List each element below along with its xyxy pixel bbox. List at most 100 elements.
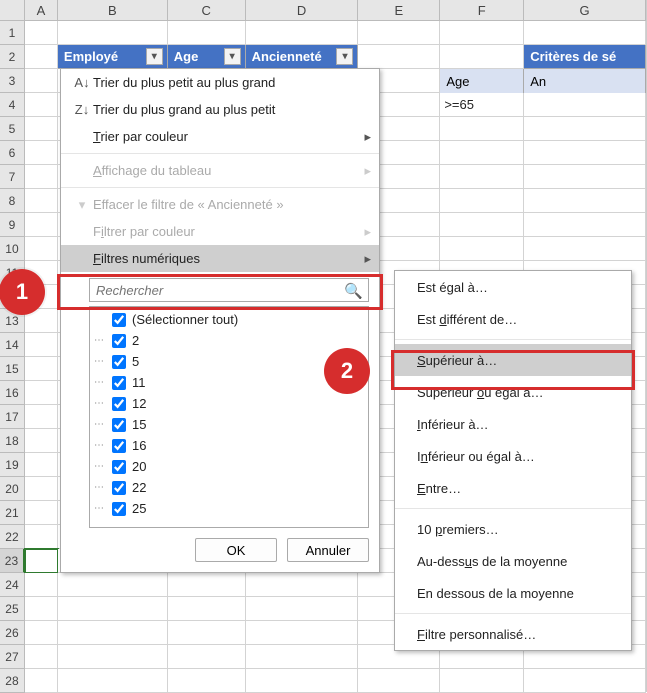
checkbox[interactable] <box>112 481 126 495</box>
cell-B27[interactable] <box>58 645 168 669</box>
row-header[interactable]: 9 <box>0 213 25 237</box>
row-header[interactable]: 27 <box>0 645 25 669</box>
checkbox[interactable] <box>112 376 126 390</box>
row-header[interactable]: 23 <box>0 549 25 573</box>
filter-top10[interactable]: 10 premiers… <box>395 513 631 545</box>
cell-C28[interactable] <box>168 669 246 693</box>
cell-A4[interactable] <box>25 93 58 117</box>
row-header[interactable]: 4 <box>0 93 25 117</box>
cell-A28[interactable] <box>25 669 58 693</box>
cell-C25[interactable] <box>168 597 246 621</box>
sort-descending[interactable]: Z↓ Trier du plus grand au plus petit <box>61 96 379 123</box>
row-header[interactable]: 28 <box>0 669 25 693</box>
cell-A16[interactable] <box>25 381 58 405</box>
cell-C27[interactable] <box>168 645 246 669</box>
cell-A1[interactable] <box>25 21 58 45</box>
checkbox[interactable] <box>112 355 126 369</box>
cell-D28[interactable] <box>246 669 359 693</box>
cell-A23[interactable] <box>25 549 58 573</box>
cell-A21[interactable] <box>25 501 58 525</box>
checkbox[interactable] <box>112 313 126 327</box>
cell-F3[interactable]: Age <box>440 69 524 93</box>
ok-button[interactable]: OK <box>195 538 277 562</box>
cell-C2[interactable]: Age▾ <box>168 45 246 69</box>
filter-below-average[interactable]: En dessous de la moyenne <box>395 577 631 609</box>
filter-less-than[interactable]: Inférieur à… <box>395 408 631 440</box>
filter-dropdown-button[interactable]: ▾ <box>146 48 163 65</box>
filter-not-equals[interactable]: Est différent de… <box>395 303 631 335</box>
row-header[interactable]: 20 <box>0 477 25 501</box>
row-header[interactable]: 25 <box>0 597 25 621</box>
cell-C1[interactable] <box>168 21 246 45</box>
row-header[interactable]: 22 <box>0 525 25 549</box>
cell-G1[interactable] <box>524 21 646 45</box>
cell-G2[interactable]: Critères de sé <box>524 45 646 69</box>
list-item-select-all[interactable]: (Sélectionner tout) <box>92 309 364 330</box>
list-item[interactable]: ⋯12 <box>92 393 364 414</box>
cell-G3[interactable]: An <box>524 69 646 93</box>
cell-A17[interactable] <box>25 405 58 429</box>
cell-A26[interactable] <box>25 621 58 645</box>
row-header[interactable]: 16 <box>0 381 25 405</box>
row-header[interactable]: 26 <box>0 621 25 645</box>
filter-between[interactable]: Entre… <box>395 472 631 504</box>
row-header[interactable]: 19 <box>0 453 25 477</box>
value-listbox[interactable]: (Sélectionner tout)⋯2⋯5⋯11⋯12⋯15⋯16⋯20⋯2… <box>89 306 369 528</box>
cell-F10[interactable] <box>440 237 524 261</box>
cell-F9[interactable] <box>440 213 524 237</box>
list-item[interactable]: ⋯25 <box>92 498 364 519</box>
column-header-g[interactable]: G <box>524 0 646 21</box>
checkbox[interactable] <box>112 418 126 432</box>
row-header[interactable]: 15 <box>0 357 25 381</box>
list-item[interactable]: ⋯22 <box>92 477 364 498</box>
filter-less-equal[interactable]: Inférieur ou égal à… <box>395 440 631 472</box>
cell-E1[interactable] <box>358 21 440 45</box>
cell-D25[interactable] <box>246 597 359 621</box>
filter-dropdown-button[interactable]: ▾ <box>224 48 241 65</box>
cell-G9[interactable] <box>524 213 646 237</box>
cell-A19[interactable] <box>25 453 58 477</box>
cell-G8[interactable] <box>524 189 646 213</box>
cell-A7[interactable] <box>25 165 58 189</box>
cell-B24[interactable] <box>58 573 168 597</box>
row-header[interactable]: 18 <box>0 429 25 453</box>
checkbox[interactable] <box>112 397 126 411</box>
filter-above-average[interactable]: Au-dessus de la moyenne <box>395 545 631 577</box>
cell-G6[interactable] <box>524 141 646 165</box>
row-header[interactable]: 7 <box>0 165 25 189</box>
cancel-button[interactable]: Annuler <box>287 538 369 562</box>
filter-equals[interactable]: Est égal à… <box>395 271 631 303</box>
select-all-corner[interactable] <box>0 0 25 21</box>
checkbox[interactable] <box>112 502 126 516</box>
cell-A3[interactable] <box>25 69 58 93</box>
cell-F5[interactable] <box>440 117 524 141</box>
row-header[interactable]: 6 <box>0 141 25 165</box>
cell-A8[interactable] <box>25 189 58 213</box>
cell-A15[interactable] <box>25 357 58 381</box>
cell-D1[interactable] <box>246 21 359 45</box>
list-item[interactable]: ⋯2 <box>92 330 364 351</box>
row-header[interactable]: 5 <box>0 117 25 141</box>
cell-D24[interactable] <box>246 573 359 597</box>
cell-A2[interactable] <box>25 45 58 69</box>
checkbox[interactable] <box>112 334 126 348</box>
cell-E28[interactable] <box>358 669 440 693</box>
cell-G7[interactable] <box>524 165 646 189</box>
filter-dropdown-button[interactable]: ▾ <box>336 48 353 65</box>
sort-by-color[interactable]: Trier par couleur ▸ <box>61 123 379 150</box>
row-header[interactable]: 1 <box>0 21 25 45</box>
row-header[interactable]: 14 <box>0 333 25 357</box>
row-header[interactable]: 10 <box>0 237 25 261</box>
cell-E2[interactable] <box>358 45 440 69</box>
filter-greater-equal[interactable]: Supérieur ou égal à… <box>395 376 631 408</box>
cell-F8[interactable] <box>440 189 524 213</box>
cell-A14[interactable] <box>25 333 58 357</box>
cell-B25[interactable] <box>58 597 168 621</box>
cell-B26[interactable] <box>58 621 168 645</box>
checkbox[interactable] <box>112 439 126 453</box>
checkbox[interactable] <box>112 460 126 474</box>
row-header[interactable]: 2 <box>0 45 25 69</box>
cell-F28[interactable] <box>440 669 524 693</box>
cell-F1[interactable] <box>440 21 524 45</box>
cell-B1[interactable] <box>58 21 168 45</box>
